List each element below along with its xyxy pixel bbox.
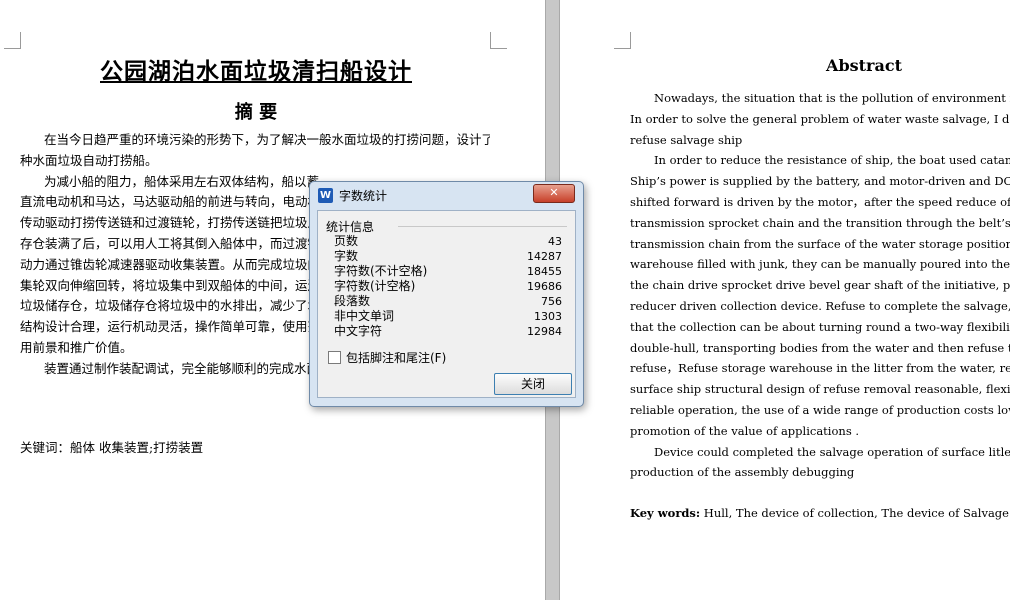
stat-value: 756 xyxy=(541,295,562,308)
stat-value: 43 xyxy=(548,235,562,248)
stat-row: 非中文单词 1303 xyxy=(334,309,562,324)
paragraph-line: production of the assembly debugging xyxy=(630,465,855,480)
chinese-title: 公园湖泊水面垃圾清扫船设计 xyxy=(100,58,412,85)
close-button[interactable]: 关闭 xyxy=(494,373,572,395)
stat-label: 页数 xyxy=(334,234,359,248)
stat-row: 字数 14287 xyxy=(334,249,562,264)
stat-row: 页数 43 xyxy=(334,234,562,249)
word-count-dialog[interactable]: W 字数统计 ✕ 统计信息 页数 43 字数 14287 字符数(不计空格) 18455 字… xyxy=(309,181,584,407)
paragraph-line: reliable operation, the use of a wide ra… xyxy=(630,402,1010,417)
paragraph-line: promotion of the value of applications . xyxy=(630,423,860,438)
abstract-heading-cn: 摘 要 xyxy=(234,102,278,123)
paragraph-line: reducer driven collection device. Refuse… xyxy=(630,298,1010,313)
paragraph-line: In order to reduce the resistance of shi… xyxy=(654,153,1010,168)
abstract-heading-en: Abstract xyxy=(826,56,902,75)
paragraph-line: Ship’s power is supplied by the battery,… xyxy=(630,174,1010,189)
stat-value: 12984 xyxy=(527,325,562,338)
paragraph-line: refuse salvage ship xyxy=(630,132,743,147)
paragraph-line: transmission chain from the surface of t… xyxy=(630,236,1010,251)
stat-label: 字符数(计空格) xyxy=(334,279,416,293)
chinese-keywords: 关键词：船体 收集装置;打捞装置 xyxy=(20,440,204,455)
english-abstract-body: Nowadays, the situation that is the poll… xyxy=(630,88,1010,524)
stat-value: 14287 xyxy=(527,250,562,263)
dialog-title: 字数统计 xyxy=(339,189,388,203)
include-footnotes-option[interactable]: 包括脚注和尾注(F) xyxy=(328,349,446,366)
paragraph-line: In order to solve the general problem of… xyxy=(630,111,1010,126)
group-divider xyxy=(398,226,567,227)
stat-row: 段落数 756 xyxy=(334,294,562,309)
paragraph-line: warehouse filled with junk, they can be … xyxy=(630,257,1010,272)
stat-row: 字符数(计空格) 19686 xyxy=(334,279,562,294)
stat-label: 字数 xyxy=(334,249,359,263)
paragraph-line: double-hull, transporting bodies from th… xyxy=(630,340,1010,355)
stat-label: 中文字符 xyxy=(334,324,383,338)
stat-label: 字符数(不计空格) xyxy=(334,264,428,278)
english-keywords: Key words: Hull, The device of collectio… xyxy=(630,503,1010,524)
paragraph-line: that the collection can be about turning… xyxy=(630,319,1010,334)
page-corner-mark xyxy=(490,32,507,49)
stat-label: 非中文单词 xyxy=(334,309,395,323)
close-icon[interactable]: ✕ xyxy=(533,184,575,203)
stat-value: 18455 xyxy=(527,265,562,278)
stat-row: 字符数(不计空格) 18455 xyxy=(334,264,562,279)
stat-row: 中文字符 12984 xyxy=(334,324,562,339)
statistics-group-label: 统计信息 xyxy=(326,220,375,234)
statistics-list: 页数 43 字数 14287 字符数(不计空格) 18455 字符数(计空格) 19686 段落… xyxy=(334,234,562,339)
include-footnotes-label: 包括脚注和尾注(F) xyxy=(346,351,447,365)
include-footnotes-checkbox[interactable] xyxy=(328,351,341,364)
paragraph-line: shifted forward is driven by the motor，a… xyxy=(630,194,1010,209)
page-corner-mark xyxy=(4,32,21,49)
stat-value: 19686 xyxy=(527,280,562,293)
paragraph-line: 在当今日趋严重的环境污染的形势下，为了解决一般水面垃圾的打捞问题，设计了一 xyxy=(44,132,490,147)
paragraph-line: 种水面垃圾自动打捞船。 xyxy=(20,152,158,168)
document-page-right: Abstract Nowadays, the situation that is… xyxy=(560,0,1010,600)
stat-value: 1303 xyxy=(534,310,562,323)
wps-writer-icon: W xyxy=(318,188,333,203)
paragraph-line: Device could completed the salvage opera… xyxy=(654,444,1010,459)
stat-label: 段落数 xyxy=(334,294,371,308)
keywords-label: Key words: xyxy=(630,506,701,521)
dialog-content: 统计信息 页数 43 字数 14287 字符数(不计空格) 18455 字符数(计空格) 19… xyxy=(317,210,576,398)
paragraph-line: refuse，Refuse storage warehouse in the l… xyxy=(630,361,1010,376)
keywords-text: Hull, The device of collection, The devi… xyxy=(700,506,1009,521)
paragraph-line: transmission sprocket chain and the tran… xyxy=(630,215,1010,230)
paragraph-line: Nowadays, the situation that is the poll… xyxy=(654,91,1010,105)
paragraph-line: the chain drive sprocket drive bevel gea… xyxy=(630,278,1010,293)
page-corner-mark xyxy=(614,32,631,49)
paragraph-line: surface ship structural design of refuse… xyxy=(630,382,1010,397)
dialog-titlebar[interactable]: W 字数统计 ✕ xyxy=(310,182,583,208)
